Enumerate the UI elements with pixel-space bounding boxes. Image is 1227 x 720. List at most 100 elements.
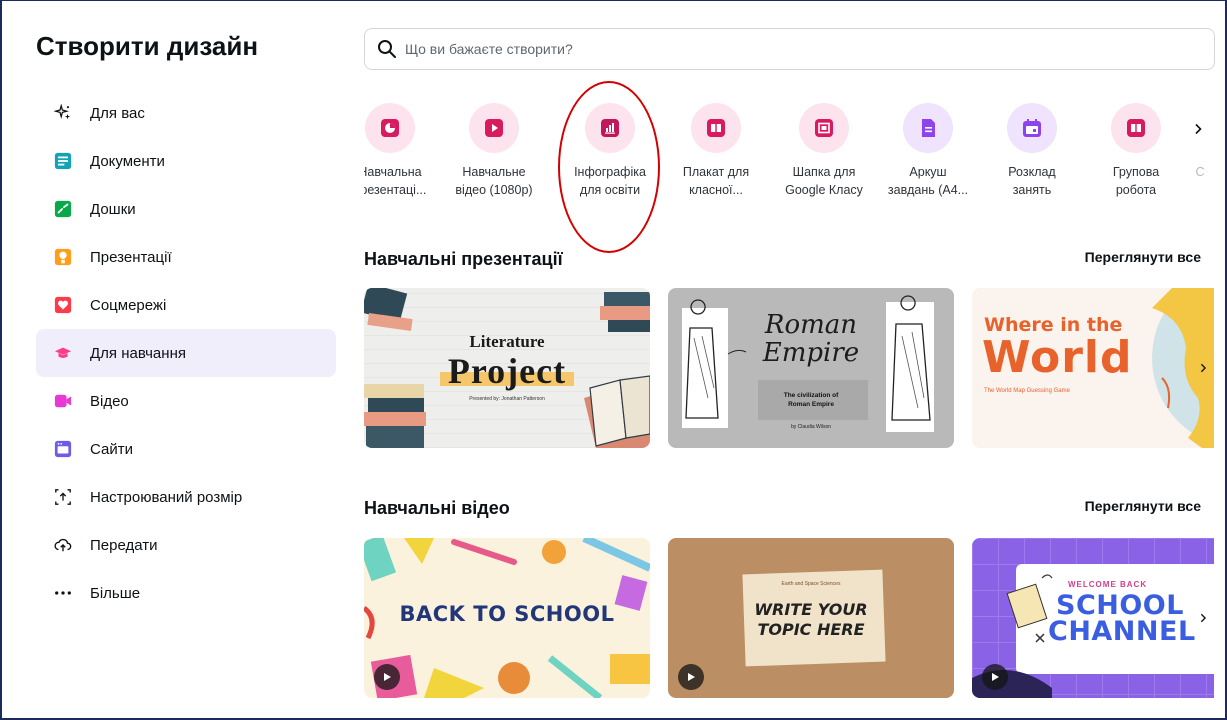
- presentation-icon: [54, 248, 72, 266]
- card-author: by Claudia Wilson: [790, 424, 832, 430]
- sidebar-item-label: Більше: [90, 584, 141, 602]
- card-subtitle-line1: The civilization of: [783, 392, 839, 399]
- category-circle: [1007, 103, 1057, 153]
- upload-cloud-icon: [54, 536, 72, 554]
- category-label-line1: Шапка для: [792, 165, 856, 179]
- heart-icon: [54, 296, 72, 314]
- sidebar-item-label: Документи: [90, 152, 165, 170]
- sidebar-item-custom-size[interactable]: Настроюваний розмір: [36, 473, 336, 521]
- category-label-line2: завдань (А4...: [887, 183, 969, 197]
- sidebar-item-documents[interactable]: Документи: [36, 137, 336, 185]
- category-label-line2: робота: [1115, 183, 1157, 197]
- category-class-schedule[interactable]: Розклад занять: [980, 99, 1084, 199]
- card-title-line2: World: [982, 332, 1133, 383]
- sidebar-item-websites[interactable]: Сайти: [36, 425, 336, 473]
- card-title: WRITE YOUR TOPIC HERE: [668, 600, 954, 640]
- card-kicker: WELCOME BACK: [1068, 580, 1148, 589]
- category-label-line1: Навчальне: [462, 165, 526, 179]
- card-title-small: Literature: [469, 332, 545, 351]
- custom-size-icon: [54, 488, 72, 506]
- card-kicker: Earth and Space Sciences: [781, 581, 841, 587]
- chevron-right-icon: [1200, 613, 1207, 623]
- sidebar-item-label: Презентації: [90, 248, 172, 266]
- search-icon: [378, 40, 396, 58]
- play-badge: [678, 664, 704, 690]
- search-bar[interactable]: [364, 28, 1215, 70]
- play-badge: [982, 664, 1008, 690]
- see-all-videos-link[interactable]: Переглянути все: [1085, 498, 1201, 514]
- see-all-presentations-link[interactable]: Переглянути все: [1085, 249, 1201, 265]
- video-icon: [54, 392, 72, 410]
- sidebar-item-education[interactable]: Для навчання: [36, 329, 336, 377]
- sidebar-item-presentations[interactable]: Презентації: [36, 233, 336, 281]
- card-title-line1: Roman: [764, 310, 858, 340]
- card-title: BACK TO SCHOOL: [399, 602, 615, 626]
- card-subtitle: The civilization of Roman Empire: [668, 391, 954, 409]
- category-class-poster[interactable]: Плакат для класної...: [664, 99, 768, 199]
- category-edu-presentation[interactable]: Навчальна презентаці...: [364, 99, 442, 199]
- card-title-line1: WRITE YOUR: [754, 600, 868, 619]
- category-carousel: Навчальна презентаці... Навчальне відео …: [364, 99, 1214, 211]
- play-badge: [374, 664, 400, 690]
- category-label-line1: Плакат для: [682, 165, 750, 179]
- pie-chart-icon: [381, 119, 399, 137]
- category-circle: [469, 103, 519, 153]
- template-card-literature[interactable]: Literature Project Presented by: Jonatha…: [364, 288, 650, 448]
- sidebar-item-label: Соцмережі: [90, 296, 167, 314]
- template-card-world[interactable]: Where in the World The World Map Guessin…: [972, 288, 1214, 448]
- presentations-next-button[interactable]: [1192, 357, 1214, 379]
- card-subtitle: Presented by: Jonathan Patterson: [469, 396, 545, 402]
- screen-icon: [815, 119, 833, 137]
- website-icon: [54, 440, 72, 458]
- sidebar-item-label: Для навчання: [90, 344, 186, 362]
- search-input[interactable]: [405, 41, 1105, 57]
- card-title-line2: Empire: [762, 338, 860, 368]
- sidebar-item-label: Сайти: [90, 440, 133, 458]
- category-circle: [903, 103, 953, 153]
- sidebar-item-label: Дошки: [90, 200, 136, 218]
- category-google-classroom-header[interactable]: Шапка для Google Класу: [772, 99, 876, 199]
- template-card-roman-empire[interactable]: Roman Empire The civilization of Roman E…: [668, 288, 954, 448]
- template-card-back-to-school[interactable]: BACK TO SCHOOL: [364, 538, 650, 698]
- categories-next-button[interactable]: [1188, 117, 1208, 141]
- category-label-line1: Інфографіка: [574, 165, 646, 179]
- sidebar-item-label: Відео: [90, 392, 129, 410]
- sidebar-list: Для вас Документи Дошки Презентації Соцм…: [36, 89, 336, 617]
- sidebar-item-whiteboards[interactable]: Дошки: [36, 185, 336, 233]
- whiteboard-icon: [54, 200, 72, 218]
- play-icon: [992, 673, 999, 681]
- book-icon: [1127, 119, 1145, 137]
- sidebar-item-more[interactable]: Більше: [36, 569, 336, 617]
- template-card-school-channel[interactable]: WELCOME BACK SCHOOL CHANNEL: [972, 538, 1214, 698]
- chevron-right-icon: [1195, 123, 1202, 135]
- sidebar-item-upload[interactable]: Передати: [36, 521, 336, 569]
- sidebar-item-video[interactable]: Відео: [36, 377, 336, 425]
- document-icon: [54, 152, 72, 170]
- category-edu-video[interactable]: Навчальне відео (1080р): [442, 99, 546, 199]
- card-subtitle: The World Map Guessing Game: [984, 388, 1070, 394]
- category-label-line1: Розклад: [1008, 165, 1056, 179]
- sidebar-item-social[interactable]: Соцмережі: [36, 281, 336, 329]
- sidebar-item-label: Для вас: [90, 104, 145, 122]
- category-label-line2: класної...: [689, 183, 743, 197]
- sparkles-icon: [54, 104, 72, 122]
- videos-next-button[interactable]: [1192, 607, 1214, 629]
- sidebar-title: Створити дизайн: [36, 31, 259, 61]
- graduation-cap-icon: [54, 344, 72, 362]
- sidebar-item-for-you[interactable]: Для вас: [36, 89, 336, 137]
- category-label-line2: занять: [1012, 183, 1052, 197]
- card-title-line2: TOPIC HERE: [757, 620, 865, 639]
- calendar-icon: [1023, 119, 1041, 137]
- category-label-line2: презентаці...: [364, 183, 427, 197]
- play-icon: [384, 673, 391, 681]
- category-worksheet[interactable]: Аркуш завдань (А4...: [876, 99, 980, 199]
- sidebar-item-label: Настроюваний розмір: [90, 488, 243, 506]
- presentations-row: Literature Project Presented by: Jonatha…: [364, 288, 1214, 450]
- category-edu-infographic[interactable]: Інфографіка для освіти: [558, 99, 662, 199]
- template-card-write-your-topic[interactable]: Earth and Space Sciences WRITE YOUR TOPI…: [668, 538, 954, 698]
- play-icon: [485, 119, 503, 137]
- category-circle: [585, 103, 635, 153]
- book-icon: [707, 119, 725, 137]
- category-circle: [365, 103, 415, 153]
- card-title-line2: CHANNEL: [1048, 616, 1196, 647]
